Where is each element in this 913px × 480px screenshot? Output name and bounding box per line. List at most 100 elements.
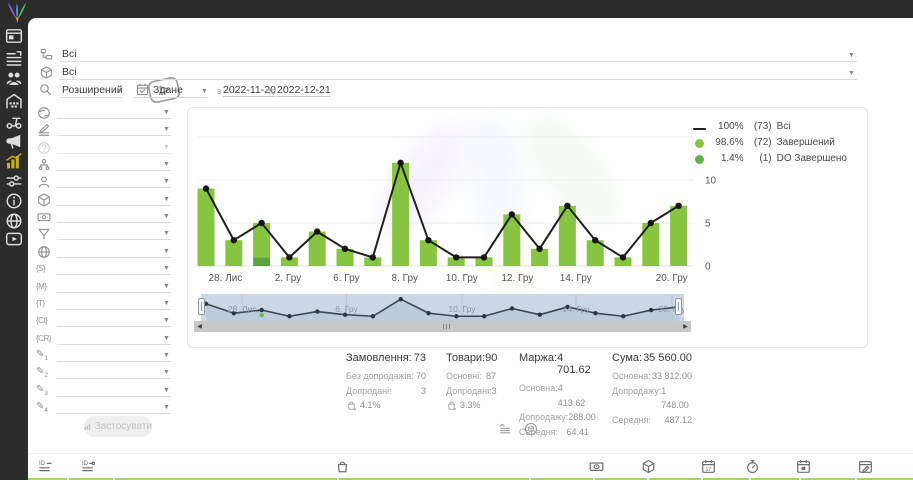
stat-card-1: Замовлення:73Без допродажів:70Допродані:… — [346, 352, 426, 413]
stat-sub-value: 487.12 — [664, 413, 692, 428]
navigator-right-handle[interactable] — [675, 298, 682, 315]
filter-select-13[interactable] — [57, 312, 171, 327]
scrollbar-grip[interactable] — [443, 324, 450, 329]
filter-select-17[interactable] — [57, 382, 171, 397]
filter-select-4[interactable] — [57, 156, 171, 171]
cube-icon — [37, 193, 51, 207]
sidebar-tutorials-icon[interactable] — [5, 230, 23, 248]
date-type-underline[interactable] — [134, 82, 208, 98]
filter-select-5[interactable] — [57, 173, 171, 188]
main-sidebar — [0, 0, 28, 480]
apply-filters-button[interactable]: Застосувати — [84, 416, 152, 437]
sidebar-info-icon[interactable] — [5, 192, 23, 210]
globe-wire-icon — [37, 245, 51, 259]
stat-title-value: 35 560.00 — [643, 352, 692, 364]
id-link-icon[interactable]: ID — [81, 459, 96, 474]
chevron-down-icon: ▼ — [163, 161, 170, 168]
sidebar-settings-icon[interactable] — [5, 172, 23, 190]
product-filter-underline[interactable] — [60, 64, 857, 80]
filter-select-15[interactable] — [57, 347, 171, 362]
stat-title-value: 73 — [414, 352, 426, 364]
timer-icon[interactable] — [745, 459, 760, 474]
chevron-down-icon: ▼ — [163, 178, 170, 185]
date-to-input[interactable]: 2022-12-21 — [277, 84, 331, 97]
sidebar-dashboard-icon[interactable] — [5, 27, 23, 45]
svg-text:10: 10 — [705, 176, 717, 187]
bag-x-icon — [346, 400, 357, 411]
sidebar-warehouse-icon[interactable] — [5, 92, 23, 110]
filter-select-12[interactable] — [57, 295, 171, 310]
money-icon[interactable] — [589, 459, 604, 474]
stat-sub-row: 3.3% — [446, 398, 496, 413]
product-cube-icon[interactable] — [641, 459, 656, 474]
id-rows-icon[interactable]: ID — [38, 459, 53, 474]
calendar-edit-icon[interactable] — [858, 459, 873, 474]
filter-select-2[interactable] — [57, 121, 171, 136]
stat-sub-row: Допродані:3 — [446, 384, 496, 399]
calendar-date-icon[interactable]: 17 — [701, 459, 716, 474]
filter-select-10[interactable] — [57, 260, 171, 275]
filter-select-9[interactable] — [57, 243, 171, 258]
banknote-icon — [37, 210, 51, 224]
legend-count: (73) — [744, 121, 772, 132]
navigator-scrollbar[interactable]: ◀ ▶ — [194, 321, 691, 332]
chevron-down-icon: ▼ — [163, 248, 170, 255]
category-filter-underline[interactable] — [60, 46, 857, 62]
stat-title-label: Товари: — [446, 352, 485, 364]
navigator-left-handle[interactable] — [198, 298, 205, 315]
mini-chart-icon — [84, 422, 91, 432]
stat-title-label: Сума: — [612, 352, 642, 364]
filter-select-18[interactable] — [57, 399, 171, 414]
report-list-icon[interactable] — [498, 422, 512, 436]
stat-title-value: 90 — [485, 352, 497, 364]
bag-icon[interactable] — [335, 459, 350, 474]
legend-item-1[interactable]: 100%(73)Всі — [692, 118, 847, 134]
legend-count: (72) — [744, 137, 772, 148]
brace-m-icon: {M} — [36, 282, 47, 291]
svg-text:17: 17 — [706, 467, 712, 473]
brace-cr-icon: {CR} — [36, 334, 51, 343]
app-logo[interactable] — [5, 1, 29, 25]
chevron-down-icon: ▼ — [848, 52, 855, 59]
top-bar — [0, 0, 913, 18]
sidebar-orders-list-icon[interactable] — [5, 49, 23, 67]
sidebar-analytics-icon[interactable] — [5, 152, 23, 170]
calendar-box-icon[interactable] — [796, 459, 811, 474]
chevron-down-icon: ▼ — [163, 265, 170, 272]
stat-title-label: Замовлення: — [346, 352, 412, 364]
filter-select-8[interactable] — [57, 225, 171, 240]
filter-select-6[interactable] — [57, 191, 171, 206]
filter-select-14[interactable] — [57, 330, 171, 345]
sidebar-marketing-icon[interactable] — [5, 132, 23, 150]
scroll-left-arrow[interactable]: ◀ — [194, 321, 205, 332]
filter-select-11[interactable] — [57, 278, 171, 293]
sidebar-customers-icon[interactable] — [5, 69, 23, 87]
main-chart[interactable]: 28. Лис2. Гру6. Гру8. Гру10. Гру12. Гру1… — [188, 108, 718, 290]
pencil-4-icon: ✎4 — [36, 401, 48, 414]
legend-item-3[interactable]: 1.4%(1)DO Завершено — [692, 150, 847, 166]
legend-line-marker — [692, 122, 708, 131]
stat-title-value: 4 701.62 — [557, 352, 591, 376]
search-icon — [39, 83, 52, 96]
filter-select-1[interactable] — [57, 104, 171, 119]
legend-item-2[interactable]: 98.6%(72)Завершений — [692, 134, 847, 150]
chevron-down-icon: ▼ — [163, 196, 170, 203]
chevron-down-icon: ▼ — [848, 70, 855, 77]
filter-select-16[interactable] — [57, 364, 171, 379]
stat-sub-row: Допродані:3 — [346, 384, 426, 399]
chart-navigator[interactable]: 28. Лис6. Гру10. Гру14. Гру20. Гру — [201, 294, 684, 321]
stat-title: Сума:35 560.00 — [612, 352, 692, 364]
stat-sub-value: 3 — [492, 384, 497, 399]
date-from-label: з — [217, 86, 221, 96]
sidebar-delivery-icon[interactable] — [5, 112, 23, 130]
chevron-down-icon: ▼ — [163, 404, 170, 411]
filter-select-3[interactable] — [57, 139, 171, 154]
stat-sub-label: Допродажу: — [612, 384, 661, 413]
stat-card-3: Маржа:4 701.62Основна:4 413.62Допродажу:… — [519, 352, 589, 439]
scroll-right-arrow[interactable]: ▶ — [680, 321, 691, 332]
stat-card-4: Сума:35 560.00Основна:33 812.00Допродажу… — [612, 352, 692, 427]
content-area: Всі ▼ Всі ▼ Розширений ▼ Здане ▼ з 2022-… — [28, 18, 913, 480]
filter-select-7[interactable] — [57, 208, 171, 223]
sidebar-integrations-icon[interactable] — [5, 212, 23, 230]
search-mode-underline[interactable] — [60, 82, 122, 98]
